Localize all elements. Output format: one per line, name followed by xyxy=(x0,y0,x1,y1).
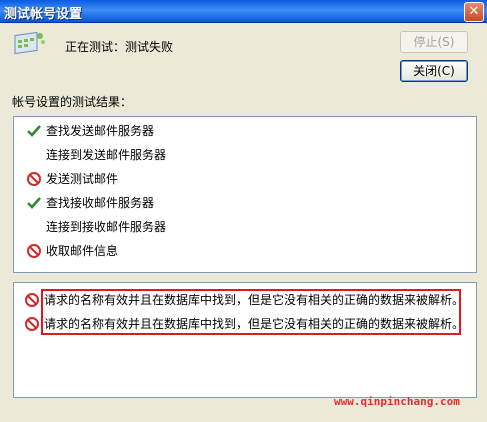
prohibit-icon xyxy=(25,317,39,331)
close-icon: ✕ xyxy=(468,4,480,19)
window-title: 测试帐号设置 xyxy=(4,7,83,22)
test-steps-panel: 查找发送邮件服务器 连接到发送邮件服务器 发送测试邮件 查找接收邮件服务器 连接… xyxy=(13,116,477,273)
step-label: 连接到接收邮件服务器 xyxy=(46,220,167,234)
check-icon xyxy=(27,197,41,209)
step-label: 收取邮件信息 xyxy=(46,244,119,258)
step-label: 连接到发送邮件服务器 xyxy=(46,148,167,162)
prohibit-icon xyxy=(27,172,41,186)
account-settings-icon xyxy=(14,31,45,55)
step-label: 发送测试邮件 xyxy=(46,172,119,186)
error-message-text: 请求的名称有效并且在数据库中找到，但是它没有相关的正确的数据来被解析。 xyxy=(44,317,465,331)
close-button[interactable]: 关闭(C) xyxy=(400,60,468,82)
test-status-text: 正在测试：测试失败 xyxy=(65,40,174,54)
error-messages-panel: 请求的名称有效并且在数据库中找到，但是它没有相关的正确的数据来被解析。 请求的名… xyxy=(13,282,477,398)
error-message-text: 请求的名称有效并且在数据库中找到，但是它没有相关的正确的数据来被解析。 xyxy=(44,293,465,307)
prohibit-icon xyxy=(25,293,39,307)
step-label: 查找发送邮件服务器 xyxy=(46,124,155,138)
title-bar: 测试帐号设置 ✕ xyxy=(0,0,487,23)
results-label: 帐号设置的测试结果： xyxy=(12,95,133,109)
step-label: 查找接收邮件服务器 xyxy=(46,196,155,210)
watermark-text: www.qinpinchang.com xyxy=(334,395,460,408)
stop-button[interactable]: 停止(S) xyxy=(400,31,468,53)
window-close-button[interactable]: ✕ xyxy=(464,2,484,22)
check-icon xyxy=(27,125,41,137)
prohibit-icon xyxy=(27,244,41,258)
